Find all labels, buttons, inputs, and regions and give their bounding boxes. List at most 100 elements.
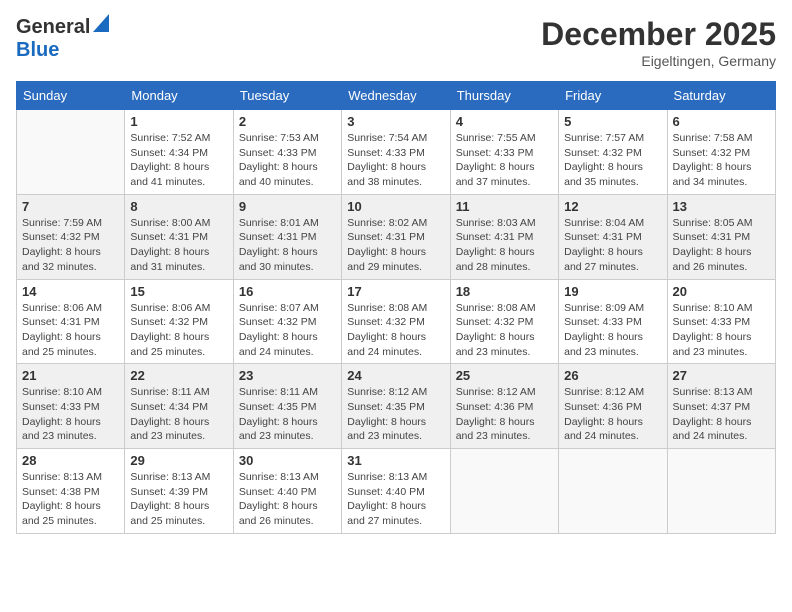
calendar-week-row: 7 Sunrise: 7:59 AM Sunset: 4:32 PM Daylig… [17, 194, 776, 279]
logo-general-text: General [16, 16, 90, 39]
calendar-cell [667, 449, 775, 534]
day-number: 29 [130, 453, 227, 468]
calendar-table: SundayMondayTuesdayWednesdayThursdayFrid… [16, 81, 776, 534]
calendar-cell: 19 Sunrise: 8:09 AM Sunset: 4:33 PM Dayli… [559, 279, 667, 364]
calendar-cell: 29 Sunrise: 8:13 AM Sunset: 4:39 PM Dayli… [125, 449, 233, 534]
day-number: 9 [239, 199, 336, 214]
calendar-week-row: 28 Sunrise: 8:13 AM Sunset: 4:38 PM Dayli… [17, 449, 776, 534]
calendar-cell: 11Sunrise: 8:03 AM Sunset: 4:31 PM Dayli… [450, 194, 558, 279]
calendar-cell: 4 Sunrise: 7:55 AM Sunset: 4:33 PM Daylig… [450, 110, 558, 195]
calendar-cell: 10 Sunrise: 8:02 AM Sunset: 4:31 PM Dayli… [342, 194, 450, 279]
day-info: Sunrise: 8:07 AM Sunset: 4:32 PM Dayligh… [239, 301, 336, 360]
day-number: 19 [564, 284, 661, 299]
calendar-cell: 14Sunrise: 8:06 AM Sunset: 4:31 PM Dayli… [17, 279, 125, 364]
calendar-cell: 6 Sunrise: 7:58 AM Sunset: 4:32 PM Daylig… [667, 110, 775, 195]
day-number: 5 [564, 114, 661, 129]
day-number: 1 [130, 114, 227, 129]
day-number: 2 [239, 114, 336, 129]
calendar-cell: 12 Sunrise: 8:04 AM Sunset: 4:31 PM Dayli… [559, 194, 667, 279]
logo-blue-text: Blue [16, 39, 59, 61]
day-number: 6 [673, 114, 770, 129]
calendar-cell: 28 Sunrise: 8:13 AM Sunset: 4:38 PM Dayli… [17, 449, 125, 534]
calendar-cell: 24 Sunrise: 8:12 AM Sunset: 4:35 PM Dayli… [342, 364, 450, 449]
calendar-cell: 23Sunrise: 8:11 AM Sunset: 4:35 PM Dayli… [233, 364, 341, 449]
weekday-header-thursday: Thursday [450, 82, 558, 110]
calendar-cell: 9 Sunrise: 8:01 AM Sunset: 4:31 PM Daylig… [233, 194, 341, 279]
day-info: Sunrise: 8:02 AM Sunset: 4:31 PM Dayligh… [347, 216, 444, 275]
location-subtitle: Eigeltingen, Germany [541, 53, 776, 69]
day-info: Sunrise: 8:13 AM Sunset: 4:40 PM Dayligh… [239, 470, 336, 529]
day-number: 25 [456, 368, 553, 383]
day-info: Sunrise: 7:59 AM Sunset: 4:32 PM Dayligh… [22, 216, 119, 275]
day-info: Sunrise: 8:06 AM Sunset: 4:32 PM Dayligh… [130, 301, 227, 360]
calendar-cell [559, 449, 667, 534]
calendar-cell: 18Sunrise: 8:08 AM Sunset: 4:32 PM Dayli… [450, 279, 558, 364]
day-info: Sunrise: 8:11 AM Sunset: 4:34 PM Dayligh… [130, 385, 227, 444]
day-info: Sunrise: 8:12 AM Sunset: 4:36 PM Dayligh… [456, 385, 553, 444]
weekday-header-row: SundayMondayTuesdayWednesdayThursdayFrid… [17, 82, 776, 110]
day-number: 24 [347, 368, 444, 383]
day-info: Sunrise: 8:00 AM Sunset: 4:31 PM Dayligh… [130, 216, 227, 275]
calendar-week-row: 21 Sunrise: 8:10 AM Sunset: 4:33 PM Dayli… [17, 364, 776, 449]
month-title: December 2025 [541, 16, 776, 53]
day-info: Sunrise: 8:10 AM Sunset: 4:33 PM Dayligh… [22, 385, 119, 444]
calendar-week-row: 14Sunrise: 8:06 AM Sunset: 4:31 PM Dayli… [17, 279, 776, 364]
calendar-cell: 8Sunrise: 8:00 AM Sunset: 4:31 PM Daylig… [125, 194, 233, 279]
day-number: 18 [456, 284, 553, 299]
day-info: Sunrise: 8:13 AM Sunset: 4:37 PM Dayligh… [673, 385, 770, 444]
day-info: Sunrise: 8:01 AM Sunset: 4:31 PM Dayligh… [239, 216, 336, 275]
day-number: 16 [239, 284, 336, 299]
day-info: Sunrise: 7:55 AM Sunset: 4:33 PM Dayligh… [456, 131, 553, 190]
day-info: Sunrise: 7:57 AM Sunset: 4:32 PM Dayligh… [564, 131, 661, 190]
calendar-cell: 2 Sunrise: 7:53 AM Sunset: 4:33 PM Daylig… [233, 110, 341, 195]
day-number: 7 [22, 199, 119, 214]
day-info: Sunrise: 8:12 AM Sunset: 4:35 PM Dayligh… [347, 385, 444, 444]
day-number: 21 [22, 368, 119, 383]
day-number: 3 [347, 114, 444, 129]
logo: General Blue [16, 16, 109, 62]
day-info: Sunrise: 8:13 AM Sunset: 4:39 PM Dayligh… [130, 470, 227, 529]
day-number: 10 [347, 199, 444, 214]
day-info: Sunrise: 8:13 AM Sunset: 4:40 PM Dayligh… [347, 470, 444, 529]
day-info: Sunrise: 8:05 AM Sunset: 4:31 PM Dayligh… [673, 216, 770, 275]
day-info: Sunrise: 8:10 AM Sunset: 4:33 PM Dayligh… [673, 301, 770, 360]
day-number: 13 [673, 199, 770, 214]
calendar-cell: 1 Sunrise: 7:52 AM Sunset: 4:34 PM Daylig… [125, 110, 233, 195]
day-number: 30 [239, 453, 336, 468]
day-number: 17 [347, 284, 444, 299]
title-area: December 2025 Eigeltingen, Germany [541, 16, 776, 69]
day-number: 20 [673, 284, 770, 299]
day-info: Sunrise: 7:53 AM Sunset: 4:33 PM Dayligh… [239, 131, 336, 190]
day-number: 22 [130, 368, 227, 383]
day-info: Sunrise: 8:09 AM Sunset: 4:33 PM Dayligh… [564, 301, 661, 360]
logo-triangle-icon [93, 14, 109, 37]
day-number: 31 [347, 453, 444, 468]
day-number: 23 [239, 368, 336, 383]
day-info: Sunrise: 7:52 AM Sunset: 4:34 PM Dayligh… [130, 131, 227, 190]
calendar-week-row: 1 Sunrise: 7:52 AM Sunset: 4:34 PM Daylig… [17, 110, 776, 195]
weekday-header-saturday: Saturday [667, 82, 775, 110]
day-number: 26 [564, 368, 661, 383]
calendar-cell: 7 Sunrise: 7:59 AM Sunset: 4:32 PM Daylig… [17, 194, 125, 279]
calendar-cell: 17 Sunrise: 8:08 AM Sunset: 4:32 PM Dayli… [342, 279, 450, 364]
day-info: Sunrise: 8:04 AM Sunset: 4:31 PM Dayligh… [564, 216, 661, 275]
day-number: 12 [564, 199, 661, 214]
calendar-cell: 5 Sunrise: 7:57 AM Sunset: 4:32 PM Daylig… [559, 110, 667, 195]
weekday-header-friday: Friday [559, 82, 667, 110]
weekday-header-tuesday: Tuesday [233, 82, 341, 110]
day-number: 4 [456, 114, 553, 129]
day-info: Sunrise: 8:03 AM Sunset: 4:31 PM Dayligh… [456, 216, 553, 275]
calendar-cell [450, 449, 558, 534]
day-info: Sunrise: 8:08 AM Sunset: 4:32 PM Dayligh… [347, 301, 444, 360]
calendar-cell: 25 Sunrise: 8:12 AM Sunset: 4:36 PM Dayli… [450, 364, 558, 449]
calendar-cell: 27Sunrise: 8:13 AM Sunset: 4:37 PM Dayli… [667, 364, 775, 449]
calendar-cell: 3Sunrise: 7:54 AM Sunset: 4:33 PM Daylig… [342, 110, 450, 195]
day-info: Sunrise: 8:13 AM Sunset: 4:38 PM Dayligh… [22, 470, 119, 529]
calendar-cell: 20 Sunrise: 8:10 AM Sunset: 4:33 PM Dayli… [667, 279, 775, 364]
calendar-cell: 21 Sunrise: 8:10 AM Sunset: 4:33 PM Dayli… [17, 364, 125, 449]
weekday-header-sunday: Sunday [17, 82, 125, 110]
calendar-cell: 15Sunrise: 8:06 AM Sunset: 4:32 PM Dayli… [125, 279, 233, 364]
day-info: Sunrise: 7:58 AM Sunset: 4:32 PM Dayligh… [673, 131, 770, 190]
weekday-header-monday: Monday [125, 82, 233, 110]
day-number: 28 [22, 453, 119, 468]
